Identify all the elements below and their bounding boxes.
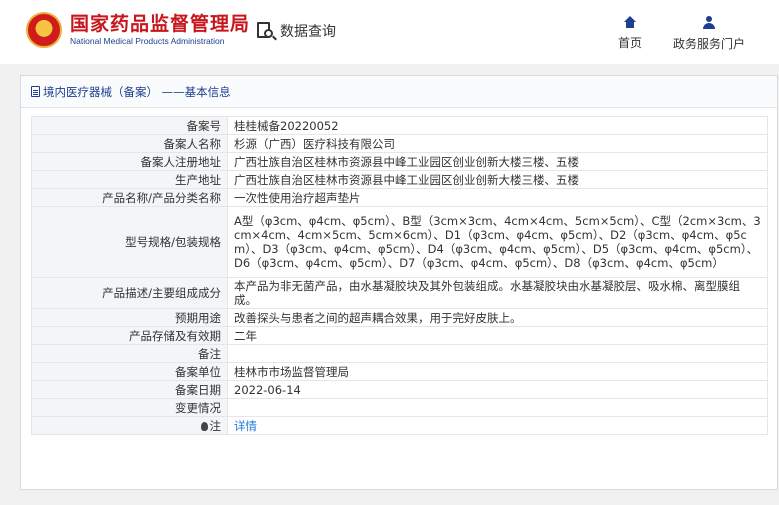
table-row: 备案人注册地址 广西壮族自治区桂林市资源县中峰工业园区创业创新大楼三楼、五楼 <box>31 152 768 171</box>
site-logo[interactable]: 国家药品监督管理局 National Medical Products Admi… <box>26 12 250 48</box>
nav-service-label: 政务服务门户 <box>673 37 746 51</box>
row-label: 变更情况 <box>31 398 228 417</box>
table-row: 预期用途 改善探头与患者之间的超声耦合效果，用于完好皮肤上。 <box>31 308 768 327</box>
note-value-cell: 详情 <box>227 416 768 435</box>
row-label: 产品描述/主要组成成分 <box>31 277 228 309</box>
table-row: 备案日期 2022-06-14 <box>31 380 768 399</box>
row-label: 预期用途 <box>31 308 228 327</box>
row-value <box>227 398 768 417</box>
row-value: 二年 <box>227 326 768 345</box>
row-label: 备案单位 <box>31 362 228 381</box>
document-icon <box>31 86 40 97</box>
table-row: 备案人名称 杉源（广西）医疗科技有限公司 <box>31 134 768 153</box>
row-value: 一次性使用治疗超声垫片 <box>227 188 768 207</box>
table-row: 产品存储及有效期 二年 <box>31 326 768 345</box>
table-row: 注 详情 <box>31 416 768 435</box>
row-value: 桂桂械备20220052 <box>227 116 768 135</box>
row-label: 备注 <box>31 344 228 363</box>
row-label: 生产地址 <box>31 170 228 189</box>
row-label: 备案号 <box>31 116 228 135</box>
table-row: 生产地址 广西壮族自治区桂林市资源县中峰工业园区创业创新大楼三楼、五楼 <box>31 170 768 189</box>
row-label: 产品名称/产品分类名称 <box>31 188 228 207</box>
row-value: 2022-06-14 <box>227 380 768 399</box>
row-label: 备案人注册地址 <box>31 152 228 171</box>
logo-subtitle: National Medical Products Administration <box>70 36 225 46</box>
table-row: 型号规格/包装规格 A型（φ3cm、φ4cm、φ5cm）、B型（3cm×3cm、… <box>31 206 768 278</box>
row-label: 备案人名称 <box>31 134 228 153</box>
table-row: 产品描述/主要组成成分 本产品为非无菌产品，由水基凝胶块及其外包装组成。水基凝胶… <box>31 277 768 309</box>
table-row: 备注 <box>31 344 768 363</box>
row-value: 本产品为非无菌产品，由水基凝胶块及其外包装组成。水基凝胶块由水基凝胶层、吸水棉、… <box>227 277 768 309</box>
document-search-icon <box>256 20 277 42</box>
row-value: 广西壮族自治区桂林市资源县中峰工业园区创业创新大楼三楼、五楼 <box>227 152 768 171</box>
user-icon <box>703 16 715 29</box>
basic-info-table: 备案号 桂桂械备20220052 备案人名称 杉源（广西）医疗科技有限公司 备案… <box>31 116 768 435</box>
row-value: 广西壮族自治区桂林市资源县中峰工业园区创业创新大楼三楼、五楼 <box>227 170 768 189</box>
logo-text: 国家药品监督管理局 National Medical Products Admi… <box>70 13 250 47</box>
breadcrumb-text[interactable]: 境内医疗器械（备案） ——基本信息 <box>43 84 231 100</box>
national-emblem-icon <box>26 12 62 48</box>
row-value: 杉源（广西）医疗科技有限公司 <box>227 134 768 153</box>
details-link[interactable]: 详情 <box>234 419 257 433</box>
note-label: 注 <box>209 418 222 433</box>
site-header: 国家药品监督管理局 National Medical Products Admi… <box>0 0 779 64</box>
table-row: 产品名称/产品分类名称 一次性使用治疗超声垫片 <box>31 188 768 207</box>
table-row: 备案单位 桂林市市场监督管理局 <box>31 362 768 381</box>
row-label: 产品存储及有效期 <box>31 326 228 345</box>
row-label: 型号规格/包装规格 <box>31 206 228 278</box>
row-label: 备案日期 <box>31 380 228 399</box>
row-value: 桂林市市场监督管理局 <box>227 362 768 381</box>
breadcrumb: 境内医疗器械（备案） ——基本信息 <box>21 76 777 108</box>
row-value <box>227 344 768 363</box>
info-panel: 境内医疗器械（备案） ——基本信息 备案号 桂桂械备20220052 备案人名称… <box>20 75 778 490</box>
data-query-label: 数据查询 <box>280 24 336 40</box>
home-icon <box>624 16 636 28</box>
row-value: 改善探头与患者之间的超声耦合效果，用于完好皮肤上。 <box>227 308 768 327</box>
lightbulb-icon <box>200 421 208 431</box>
data-query-link[interactable]: 数据查询 <box>256 20 336 42</box>
nav-home-label: 首页 <box>618 36 643 50</box>
row-value: A型（φ3cm、φ4cm、φ5cm）、B型（3cm×3cm、4cm×4cm、5c… <box>227 206 768 278</box>
nav-home[interactable]: 首页 <box>618 16 642 51</box>
note-label-cell: 注 <box>31 416 228 435</box>
nav-service-portal[interactable]: 政务服务门户 <box>673 16 745 52</box>
table-row: 备案号 桂桂械备20220052 <box>31 116 768 135</box>
logo-title: 国家药品监督管理局 <box>70 13 251 35</box>
table-row: 变更情况 <box>31 398 768 417</box>
